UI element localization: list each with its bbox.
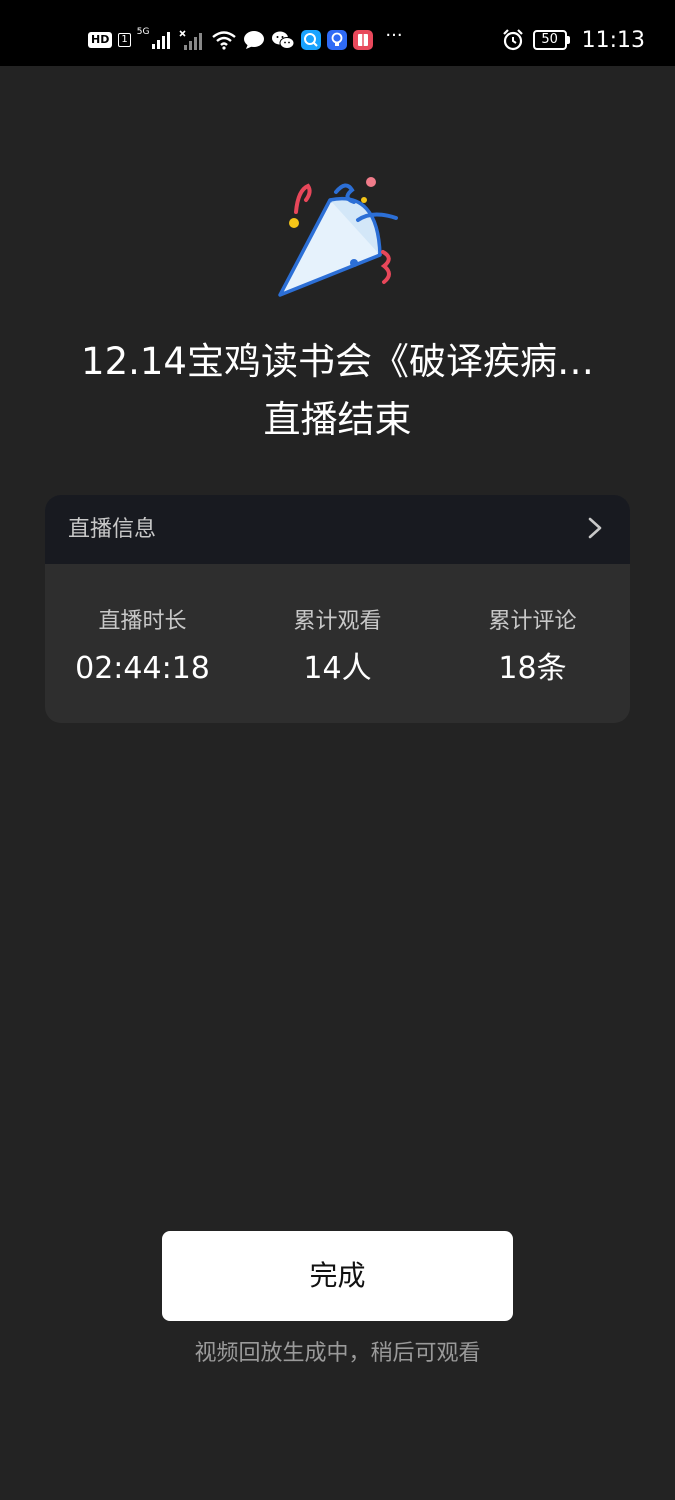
signal-no-service-icon — [179, 30, 203, 50]
stream-title: 12.14宝鸡读书会《破译疾病… — [81, 340, 594, 383]
book-app-icon — [353, 30, 374, 50]
stat-comments: 累计评论 18条 — [435, 564, 630, 723]
live-info-card: 直播信息 直播时长 02:44:18 累计观看 14人 累计评论 18条 — [45, 495, 630, 723]
stat-value: 02:44:18 — [75, 651, 210, 686]
search-app-icon — [301, 30, 322, 50]
done-button[interactable]: 完成 — [162, 1231, 513, 1321]
stat-value: 18条 — [498, 651, 567, 686]
stream-ended-label: 直播结束 — [263, 398, 412, 441]
replay-generating-note: 视频回放生成中，稍后可观看 — [194, 1341, 481, 1366]
battery-tip — [566, 36, 570, 44]
stat-label: 累计评论 — [488, 609, 577, 634]
network-type-label: 5G — [136, 27, 150, 37]
party-popper-icon — [278, 177, 398, 297]
status-time: 11:13 — [581, 27, 645, 53]
stat-viewers: 累计观看 14人 — [240, 564, 435, 723]
hd-badge: HD — [88, 32, 113, 48]
stat-value: 14人 — [303, 651, 372, 686]
signal-icon — [152, 32, 171, 49]
live-stats-row: 直播时长 02:44:18 累计观看 14人 累计评论 18条 — [45, 564, 630, 723]
live-info-title: 直播信息 — [68, 517, 157, 542]
chat-bubble-icon — [244, 31, 265, 49]
sim-badge: 1 — [118, 33, 131, 47]
status-bar: HD 1 5G ··· 50 11:13 — [0, 0, 675, 66]
alarm-icon — [502, 29, 523, 51]
chevron-right-icon[interactable] — [588, 517, 602, 539]
status-left-group: HD 1 5G ··· — [88, 26, 403, 54]
wifi-icon — [212, 31, 237, 50]
bulb-app-icon — [327, 30, 348, 50]
wechat-icon — [272, 31, 295, 49]
stat-duration: 直播时长 02:44:18 — [45, 564, 240, 723]
stat-label: 直播时长 — [98, 609, 187, 634]
status-right-group: 50 11:13 — [501, 26, 645, 54]
battery-indicator: 50 — [532, 30, 570, 50]
live-info-header[interactable]: 直播信息 — [45, 495, 630, 564]
battery-level: 50 — [532, 30, 567, 50]
more-notifications-icon: ··· — [385, 25, 403, 46]
stat-label: 累计观看 — [293, 609, 382, 634]
